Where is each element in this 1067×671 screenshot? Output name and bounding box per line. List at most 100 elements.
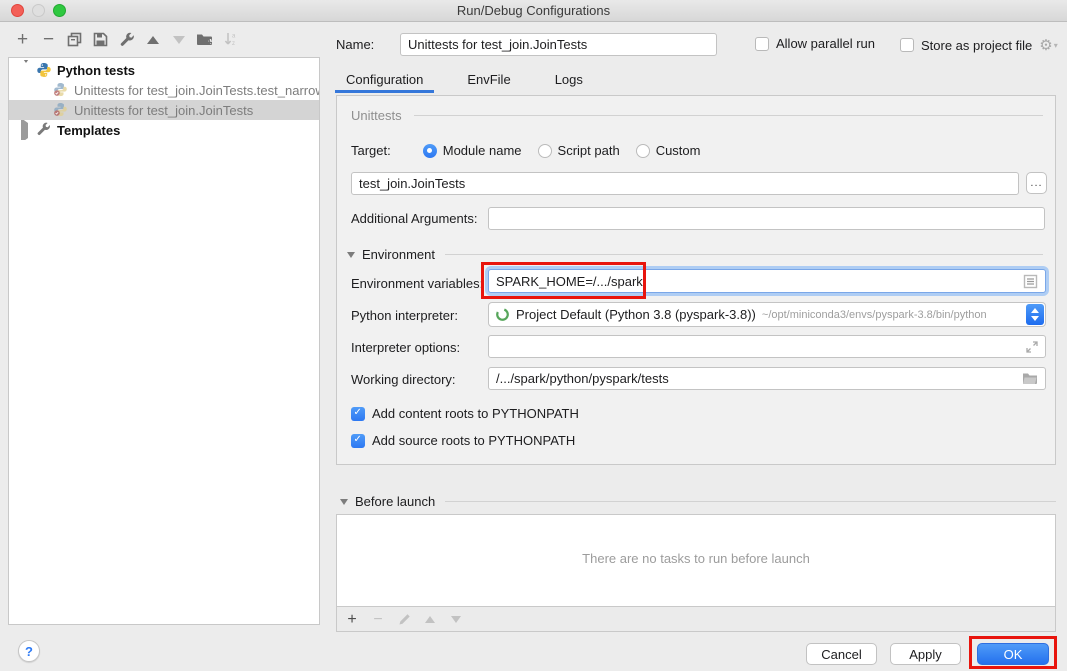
browse-button[interactable]: ... [1026, 172, 1047, 194]
add-content-roots-checkbox[interactable]: Add content roots to PYTHONPATH [351, 406, 579, 421]
conda-env-icon [495, 307, 510, 322]
environment-variables-input[interactable]: SPARK_HOME=/.../spark [488, 269, 1046, 293]
tree-item-label: Unittests for test_join.JoinTests.test_n… [74, 83, 319, 98]
move-task-down-icon [449, 612, 463, 626]
working-directory-input[interactable]: /.../spark/python/pyspark/tests [488, 367, 1046, 390]
remove-task-icon: − [371, 612, 385, 626]
radio-unselected-icon[interactable] [538, 144, 552, 158]
tab-logs[interactable]: Logs [544, 69, 594, 93]
gear-icon[interactable]: ⚙▾ [1039, 36, 1057, 54]
tab-configuration[interactable]: Configuration [335, 69, 434, 93]
unittests-section-title: Unittests [351, 108, 402, 123]
python-test-icon [53, 82, 69, 98]
tab-envfile[interactable]: EnvFile [456, 69, 521, 93]
radio-custom[interactable]: Custom [636, 143, 701, 158]
add-task-icon[interactable]: + [345, 612, 359, 626]
python-interpreter-select[interactable]: Project Default (Python 3.8 (pyspark-3.8… [488, 302, 1046, 327]
before-launch-section-header[interactable]: Before launch [340, 494, 1056, 509]
radio-custom-label: Custom [656, 143, 701, 158]
cancel-button[interactable]: Cancel [806, 643, 877, 665]
allow-parallel-run-checkbox[interactable]: Allow parallel run [755, 36, 875, 51]
expander-closed-icon[interactable] [21, 123, 30, 138]
working-directory-value: /.../spark/python/pyspark/tests [496, 371, 669, 386]
expander-open-icon[interactable] [21, 63, 30, 78]
save-configuration-icon[interactable] [92, 31, 109, 48]
collapse-arrow-icon[interactable] [347, 252, 355, 258]
title-bar[interactable]: Run/Debug Configurations [0, 0, 1067, 22]
sort-configurations-icon: az [222, 31, 239, 48]
minimize-window-icon [32, 4, 45, 17]
python-interpreter-value: Project Default (Python 3.8 (pyspark-3.8… [516, 307, 756, 322]
name-input[interactable]: Unittests for test_join.JoinTests [400, 33, 717, 56]
svg-text:z: z [232, 41, 235, 47]
browse-button-label: ... [1030, 177, 1042, 189]
svg-text:a: a [232, 34, 236, 40]
store-as-project-file-label: Store as project file [921, 38, 1032, 53]
tree-item-unittest-jointests[interactable]: Unittests for test_join.JoinTests [9, 100, 319, 120]
tree-item-label: Templates [57, 123, 120, 138]
radio-unselected-icon[interactable] [636, 144, 650, 158]
add-source-roots-label: Add source roots to PYTHONPATH [372, 433, 575, 448]
close-window-icon[interactable] [11, 4, 24, 17]
folder-icon[interactable] [1022, 372, 1038, 385]
target-row: Target: Module name Script path Custom [351, 143, 716, 158]
store-as-project-file-checkbox[interactable]: Store as project file ⚙▾ [900, 36, 1058, 54]
help-button-label: ? [25, 644, 33, 659]
name-value: Unittests for test_join.JoinTests [408, 37, 587, 52]
before-launch-empty-text: There are no tasks to run before launch [337, 551, 1055, 566]
environment-section-header[interactable]: Environment [347, 247, 1043, 262]
tree-item-label: Python tests [57, 63, 135, 78]
window-title: Run/Debug Configurations [457, 3, 610, 18]
radio-module-name-label: Module name [443, 143, 522, 158]
copy-configuration-icon[interactable] [66, 31, 83, 48]
checkbox-checked-icon[interactable] [351, 407, 365, 421]
tree-item-label: Unittests for test_join.JoinTests [74, 103, 253, 118]
help-button[interactable]: ? [18, 640, 40, 662]
python-interpreter-label: Python interpreter: [351, 308, 458, 323]
radio-script-path[interactable]: Script path [538, 143, 620, 158]
python-icon [36, 62, 52, 78]
apply-button-label: Apply [909, 647, 942, 662]
zoom-window-icon[interactable] [53, 4, 66, 17]
ok-button-label: OK [1004, 647, 1023, 662]
interpreter-options-label: Interpreter options: [351, 340, 460, 355]
run-debug-configurations-dialog: Run/Debug Configurations + − az Pytho [0, 0, 1067, 671]
move-task-up-icon [423, 612, 437, 626]
module-name-input[interactable]: test_join.JoinTests [351, 172, 1019, 195]
tree-item-templates[interactable]: Templates [9, 120, 319, 140]
apply-button[interactable]: Apply [890, 643, 961, 665]
checkbox-checked-icon[interactable] [351, 434, 365, 448]
new-folder-icon[interactable] [196, 31, 213, 48]
configuration-panel: Unittests Target: Module name Script pat… [336, 95, 1056, 465]
add-configuration-icon[interactable]: + [14, 31, 31, 48]
edit-task-icon [397, 612, 411, 626]
checkbox-unchecked-icon[interactable] [755, 37, 769, 51]
browse-env-vars-icon[interactable] [1023, 274, 1038, 289]
collapse-arrow-icon[interactable] [340, 499, 348, 505]
dropdown-stepper-icon[interactable] [1026, 304, 1044, 325]
environment-variables-label: Environment variables: [351, 276, 483, 291]
working-directory-label: Working directory: [351, 372, 456, 387]
add-content-roots-label: Add content roots to PYTHONPATH [372, 406, 579, 421]
additional-arguments-input[interactable] [488, 207, 1045, 230]
remove-configuration-icon[interactable]: − [40, 31, 57, 48]
before-launch-panel: There are no tasks to run before launch … [336, 514, 1056, 632]
interpreter-options-input[interactable] [488, 335, 1046, 358]
move-down-icon [170, 31, 187, 48]
allow-parallel-run-label: Allow parallel run [776, 36, 875, 51]
tree-item-python-tests[interactable]: Python tests [9, 60, 319, 80]
cancel-button-label: Cancel [821, 647, 861, 662]
edit-templates-icon[interactable] [118, 31, 135, 48]
before-launch-title: Before launch [355, 494, 435, 509]
tab-bar: Configuration EnvFile Logs [335, 69, 616, 93]
move-up-icon[interactable] [144, 31, 161, 48]
tree-item-unittest-narrow[interactable]: Unittests for test_join.JoinTests.test_n… [9, 80, 319, 100]
expand-field-icon[interactable] [1026, 341, 1038, 353]
environment-variables-value: SPARK_HOME=/.../spark [496, 274, 643, 289]
ok-button[interactable]: OK [977, 643, 1049, 665]
add-source-roots-checkbox[interactable]: Add source roots to PYTHONPATH [351, 433, 575, 448]
checkbox-unchecked-icon[interactable] [900, 38, 914, 52]
radio-selected-icon[interactable] [423, 144, 437, 158]
radio-module-name[interactable]: Module name [423, 143, 522, 158]
unittests-section-header: Unittests [351, 108, 1043, 123]
